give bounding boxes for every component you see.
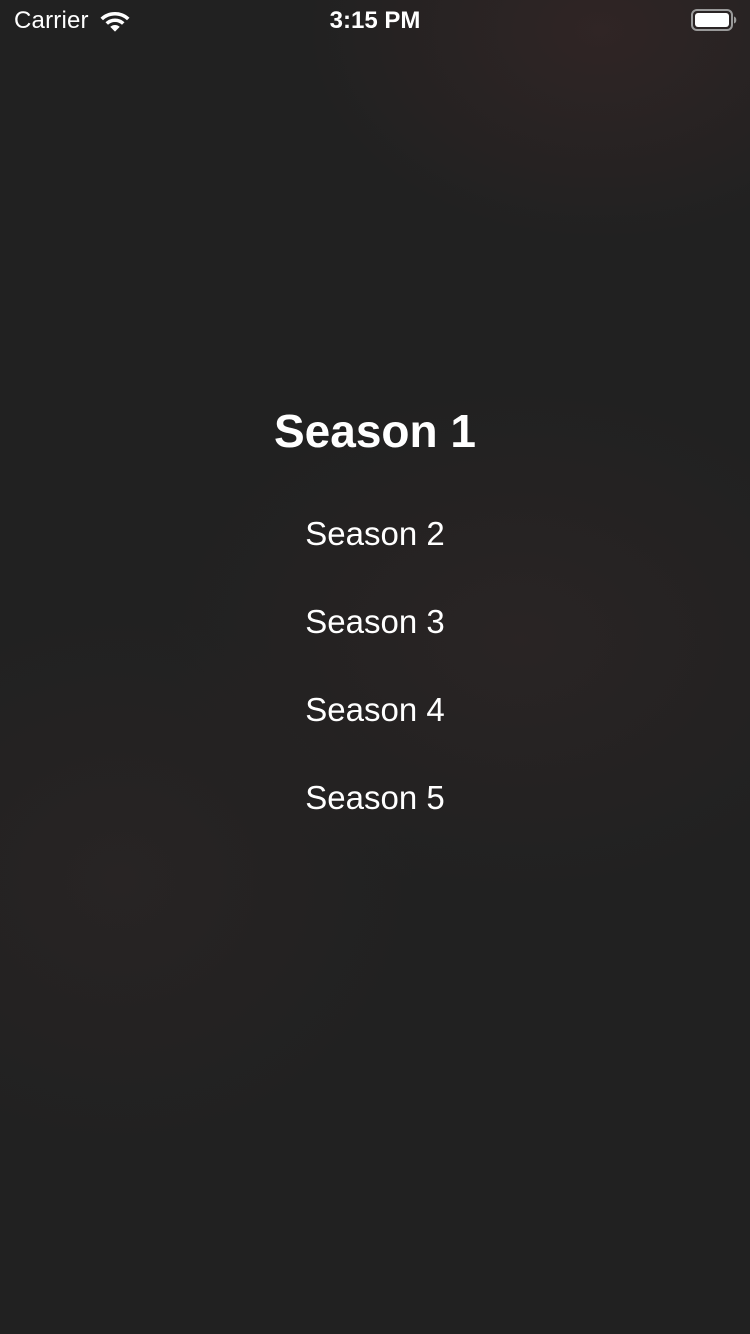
- season-item-3[interactable]: Season 3: [0, 602, 750, 642]
- season-item-1[interactable]: Season 1: [0, 403, 750, 459]
- season-item-4[interactable]: Season 4: [0, 690, 750, 730]
- season-item-2[interactable]: Season 2: [0, 514, 750, 554]
- season-list: Season 1 Season 2 Season 3 Season 4 Seas…: [0, 0, 750, 1334]
- season-picker-screen: Carrier 3:15 PM Season 1 Season 2 Season…: [0, 0, 750, 1334]
- season-item-5[interactable]: Season 5: [0, 778, 750, 818]
